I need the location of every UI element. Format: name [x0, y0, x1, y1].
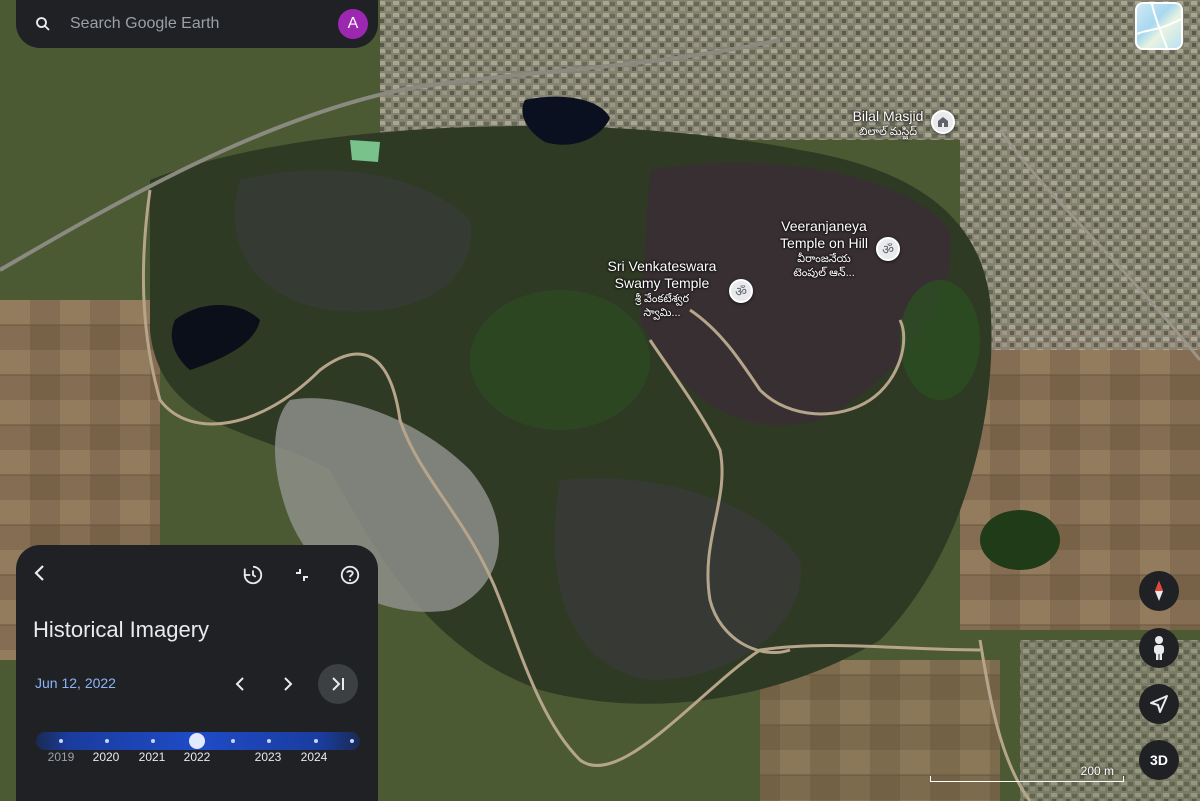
chevron-right-icon — [284, 677, 293, 691]
place-name-line1: Veeranjaneya — [781, 218, 867, 234]
timeline-tick — [231, 739, 235, 743]
next-date-button[interactable] — [268, 664, 308, 704]
search-icon — [34, 15, 52, 33]
timeline-year[interactable]: 2024 — [301, 750, 328, 764]
skip-to-end-icon — [332, 677, 344, 691]
timeline-slider[interactable] — [36, 732, 360, 750]
history-icon[interactable] — [241, 563, 265, 587]
search-bar[interactable]: A — [16, 0, 378, 48]
place-name: Bilal Masjid — [852, 108, 924, 124]
chevron-left-icon — [235, 677, 244, 691]
place-name-line2: Temple on Hill — [780, 235, 868, 251]
historical-imagery-panel: Historical Imagery Jun 12, 2022 2019 202… — [16, 545, 378, 801]
map-style-button[interactable] — [1135, 2, 1183, 50]
place-label-bilal-masjid[interactable]: Bilal Masjid బిలాల్ మస్జిద్ — [838, 108, 938, 139]
pegman-icon — [1154, 636, 1164, 660]
mosque-pin-icon[interactable] — [931, 110, 955, 134]
toggle-3d-button[interactable]: 3D — [1139, 740, 1179, 780]
navigation-arrow-icon — [1150, 695, 1168, 713]
timeline-year[interactable]: 2021 — [139, 750, 166, 764]
place-local-line2: స్వామి... — [643, 307, 681, 319]
temple-pin-icon[interactable]: ॐ — [876, 237, 900, 261]
timeline-tick — [151, 739, 155, 743]
place-name-line1: Sri Venkateswara — [607, 258, 717, 274]
timeline-thumb[interactable] — [189, 733, 205, 749]
selected-date: Jun 12, 2022 — [35, 675, 116, 691]
timeline-tick — [59, 739, 63, 743]
timeline-year[interactable]: 2019 — [48, 750, 75, 764]
latest-imagery-button[interactable] — [318, 664, 358, 704]
place-label-venkateswara-temple[interactable]: Sri Venkateswara Swamy Temple శ్రీ వేంకట… — [592, 258, 732, 320]
street-view-button[interactable] — [1139, 628, 1179, 668]
back-arrow-icon[interactable] — [28, 561, 52, 585]
timeline-tick — [314, 739, 318, 743]
help-icon[interactable] — [338, 563, 362, 587]
place-local-line1: వీరాంజనేయ — [797, 253, 851, 265]
compass-button[interactable] — [1139, 571, 1179, 611]
compass-icon — [1155, 581, 1163, 601]
timeline-tick — [105, 739, 109, 743]
timeline-tick — [267, 739, 271, 743]
place-local-line2: టెంపుల్ ఆన్... — [793, 267, 855, 279]
timeline-tick — [350, 739, 354, 743]
panel-title: Historical Imagery — [33, 617, 210, 642]
collapse-icon[interactable] — [290, 563, 314, 587]
place-local-line1: శ్రీ వేంకటేశ్వర — [634, 293, 690, 305]
timeline-year-selected[interactable]: 2022 — [184, 750, 211, 764]
scale-bar — [930, 776, 1124, 782]
place-name-line2: Swamy Temple — [614, 275, 710, 291]
place-label-veeranjaneya-temple[interactable]: Veeranjaneya Temple on Hill వీరాంజనేయ టె… — [762, 218, 886, 280]
map-scale: 200 m — [930, 764, 1124, 782]
previous-date-button[interactable] — [220, 664, 260, 704]
account-avatar[interactable]: A — [338, 9, 368, 39]
search-input[interactable] — [68, 14, 338, 34]
map-layers-icon — [1137, 4, 1181, 48]
my-location-button[interactable] — [1139, 684, 1179, 724]
timeline-year[interactable]: 2020 — [93, 750, 120, 764]
place-local-name: బిలాల్ మస్జిద్ — [859, 126, 917, 138]
timeline-year[interactable]: 2023 — [255, 750, 282, 764]
temple-pin-icon[interactable]: ॐ — [729, 279, 753, 303]
